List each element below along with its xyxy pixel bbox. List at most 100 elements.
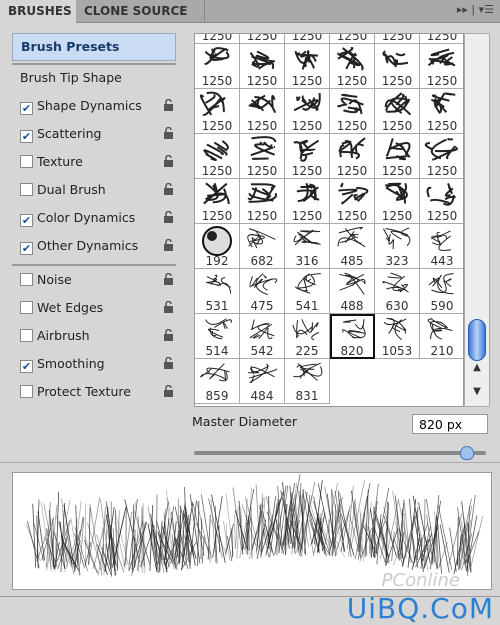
brush-preset-1250[interactable]: 1250 <box>330 34 375 44</box>
brush-preset-1250[interactable]: 1250 <box>240 89 285 134</box>
sidebar-item[interactable]: ✔ Shape Dynamics <box>20 95 180 117</box>
sidebar-item[interactable]: Texture <box>20 151 180 173</box>
brush-preset-541[interactable]: 541 <box>285 269 330 314</box>
brush-preset-1250[interactable]: 1250 <box>375 34 420 44</box>
brush-preset-1053[interactable]: 1053 <box>375 314 420 359</box>
brush-preset-859[interactable]: 859 <box>195 359 240 404</box>
brush-preset-484[interactable]: 484 <box>240 359 285 404</box>
brush-preset-1250[interactable]: 1250 <box>420 44 463 89</box>
checkbox[interactable]: ✔ <box>20 102 33 115</box>
lock-icon[interactable] <box>163 211 174 223</box>
brush-preset-1250[interactable]: 1250 <box>285 44 330 89</box>
brush-preset-542[interactable]: 542 <box>240 314 285 359</box>
brush-preset-1250[interactable]: 1250 <box>375 44 420 89</box>
brush-preset-630[interactable]: 630 <box>375 269 420 314</box>
sidebar-item-brush-presets[interactable]: Brush Presets <box>12 33 176 61</box>
checkbox[interactable] <box>20 385 33 398</box>
brush-preset-1250[interactable]: 1250 <box>240 44 285 89</box>
tab-clone-source[interactable]: CLONE SOURCE <box>76 0 205 22</box>
brush-preset-443[interactable]: 443 <box>420 224 463 269</box>
sidebar-item[interactable]: ✔ Scattering <box>20 123 180 145</box>
checkbox[interactable] <box>20 273 33 286</box>
brush-size-label: 1250 <box>201 164 233 178</box>
brush-preset-1250[interactable]: 1250 <box>240 134 285 179</box>
brush-options-sidebar: Brush Presets <box>12 33 176 63</box>
sidebar-item[interactable]: ✔ Other Dynamics <box>20 235 180 257</box>
master-diameter-input[interactable]: 820 px <box>412 414 488 434</box>
brush-preset-1250[interactable]: 1250 <box>195 89 240 134</box>
lock-icon[interactable] <box>163 155 174 167</box>
brush-preset-1250[interactable]: 1250 <box>375 179 420 224</box>
brush-preset-1250[interactable]: 1250 <box>420 179 463 224</box>
brush-preset-488[interactable]: 488 <box>330 269 375 314</box>
brush-preset-225[interactable]: 225 <box>285 314 330 359</box>
brush-preset-1250[interactable]: 1250 <box>330 89 375 134</box>
brush-preset-1250[interactable]: 1250 <box>195 179 240 224</box>
sidebar-item[interactable]: Noise <box>20 269 180 291</box>
checkbox[interactable] <box>20 329 33 342</box>
checkbox[interactable]: ✔ <box>20 214 33 227</box>
brush-preset-1250[interactable]: 1250 <box>285 179 330 224</box>
sidebar-item[interactable]: ✔ Color Dynamics <box>20 207 180 229</box>
brush-preset-1250[interactable]: 1250 <box>195 44 240 89</box>
brush-preset-1250[interactable]: 1250 <box>330 44 375 89</box>
brush-preset-1250[interactable]: 1250 <box>195 34 240 44</box>
brush-preset-316[interactable]: 316 <box>285 224 330 269</box>
lock-icon[interactable] <box>163 357 174 369</box>
sidebar-item[interactable]: ✔ Smoothing <box>20 353 180 375</box>
brush-preset-1250[interactable]: 1250 <box>330 134 375 179</box>
brush-preset-820[interactable]: 820 <box>330 314 375 359</box>
checkbox[interactable]: ✔ <box>20 242 33 255</box>
lock-icon[interactable] <box>163 99 174 111</box>
sidebar-item-label: Other Dynamics <box>37 238 139 253</box>
brush-preset-590[interactable]: 590 <box>420 269 463 314</box>
brush-preset-1250[interactable]: 1250 <box>240 34 285 44</box>
sidebar-item[interactable]: Wet Edges <box>20 297 180 319</box>
brush-preset-1250[interactable]: 1250 <box>285 89 330 134</box>
checkbox[interactable]: ✔ <box>20 130 33 143</box>
slider-knob[interactable] <box>459 446 474 460</box>
grid-scrollbar[interactable]: ▲ ▼ <box>464 33 490 407</box>
sidebar-item[interactable]: Airbrush <box>20 325 180 347</box>
brush-preset-1250[interactable]: 1250 <box>285 34 330 44</box>
brush-preset-531[interactable]: 531 <box>195 269 240 314</box>
brush-preset-1250[interactable]: 1250 <box>375 134 420 179</box>
panel-menu-icon[interactable]: ▾☰ <box>479 3 494 16</box>
lock-icon[interactable] <box>163 301 174 313</box>
brush-preset-1250[interactable]: 1250 <box>330 179 375 224</box>
brush-preset-1250[interactable]: 1250 <box>240 179 285 224</box>
brush-preset-831[interactable]: 831 <box>285 359 330 404</box>
lock-icon[interactable] <box>163 183 174 195</box>
brush-preset-1250[interactable]: 1250 <box>420 34 463 44</box>
brush-preset-475[interactable]: 475 <box>240 269 285 314</box>
checkbox[interactable] <box>20 301 33 314</box>
sidebar-item[interactable]: Dual Brush <box>20 179 180 201</box>
scroll-up-arrow-icon[interactable]: ▲ <box>465 362 489 373</box>
brush-preset-1250[interactable]: 1250 <box>285 134 330 179</box>
scroll-thumb[interactable] <box>468 319 486 361</box>
brush-preset-1250[interactable]: 1250 <box>420 134 463 179</box>
brush-preset-1250[interactable]: 1250 <box>420 89 463 134</box>
brush-preset-1250[interactable]: 1250 <box>195 134 240 179</box>
lock-icon[interactable] <box>163 385 174 397</box>
lock-icon[interactable] <box>163 239 174 251</box>
brush-preset-485[interactable]: 485 <box>330 224 375 269</box>
brush-preset-1250[interactable]: 1250 <box>375 89 420 134</box>
brush-preset-323[interactable]: 323 <box>375 224 420 269</box>
scroll-down-arrow-icon[interactable]: ▼ <box>465 386 489 397</box>
lock-icon[interactable] <box>163 329 174 341</box>
sidebar-item[interactable]: Brush Tip Shape <box>20 67 180 89</box>
lock-icon[interactable] <box>163 127 174 139</box>
brush-preset-514[interactable]: 514 <box>195 314 240 359</box>
checkbox[interactable] <box>20 155 33 168</box>
sidebar-item[interactable]: Protect Texture <box>20 381 180 403</box>
checkbox[interactable]: ✔ <box>20 360 33 373</box>
brush-preset-192[interactable]: 192 <box>195 224 240 269</box>
master-diameter-slider[interactable] <box>194 446 486 460</box>
checkbox[interactable] <box>20 183 33 196</box>
double-arrow-icon[interactable]: ▸▸ <box>457 3 468 16</box>
brush-preset-210[interactable]: 210 <box>420 314 463 359</box>
tab-brushes[interactable]: BRUSHES <box>0 0 76 23</box>
brush-preset-682[interactable]: 682 <box>240 224 285 269</box>
lock-icon[interactable] <box>163 273 174 285</box>
